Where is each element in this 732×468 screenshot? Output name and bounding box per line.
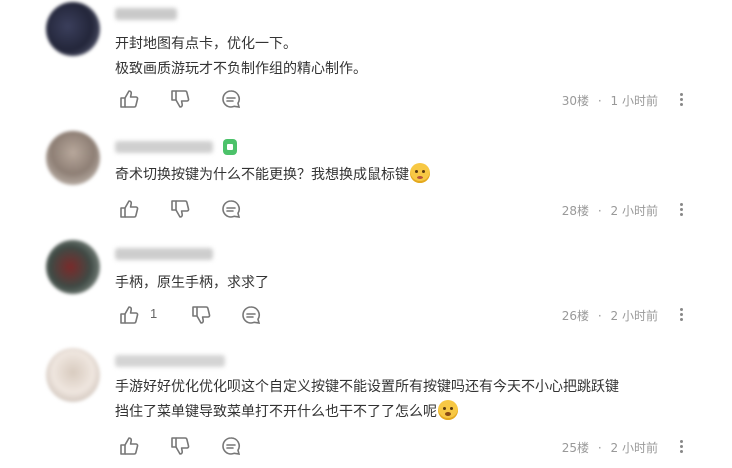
comment-text: 奇术切换按键为什么不能更换？我想换成鼠标键 xyxy=(115,163,430,188)
username-blurred[interactable] xyxy=(115,355,225,367)
comment-line: 开封地图有点卡，优化一下。 xyxy=(115,36,297,52)
username-blurred[interactable] xyxy=(115,248,213,260)
sad-face-emoji xyxy=(410,163,430,183)
reply-icon[interactable] xyxy=(220,88,242,110)
like-icon[interactable] xyxy=(118,198,140,220)
comment-meta: 28楼 · 2 小时前 xyxy=(562,202,658,219)
dislike-icon[interactable] xyxy=(169,435,191,457)
comment-meta: 25楼 · 2 小时前 xyxy=(562,439,658,456)
comment-line: 手游好好优化优化呗这个自定义按键不能设置所有按键吗还有今天不小心把跳跃键 xyxy=(115,379,619,395)
post-time: 2 小时前 xyxy=(610,309,658,323)
dislike-icon[interactable] xyxy=(169,88,191,110)
floor-number: 26楼 xyxy=(561,309,590,323)
avatar[interactable] xyxy=(46,131,100,185)
comment-text: 开封地图有点卡，优化一下。 极致画质游玩才不负制作组的精心制作。 xyxy=(115,32,367,82)
more-options-icon[interactable] xyxy=(675,90,689,110)
meta-separator: · xyxy=(597,94,602,108)
avatar[interactable] xyxy=(46,2,100,56)
avatar[interactable] xyxy=(46,240,100,294)
more-options-icon[interactable] xyxy=(675,200,689,220)
like-icon[interactable] xyxy=(118,88,140,110)
reply-icon[interactable] xyxy=(240,304,262,326)
comment-line-text: 挡住了菜单键导致菜单打不开什么也干不了了怎么呢 xyxy=(115,404,437,420)
comment-text: 手游好好优化优化呗这个自定义按键不能设置所有按键吗还有今天不小心把跳跃键 挡住了… xyxy=(115,375,619,425)
floor-number: 25楼 xyxy=(561,441,590,455)
username-blurred[interactable] xyxy=(115,8,177,20)
comment-line: 极致画质游玩才不负制作组的精心制作。 xyxy=(115,61,367,77)
meta-separator: · xyxy=(597,204,602,218)
user-badge-icon xyxy=(223,139,237,155)
meta-separator: · xyxy=(597,309,602,323)
reply-icon[interactable] xyxy=(220,198,242,220)
floor-number: 30楼 xyxy=(561,94,590,108)
puzzled-face-emoji xyxy=(438,400,458,420)
like-icon[interactable] xyxy=(118,435,140,457)
dislike-icon[interactable] xyxy=(169,198,191,220)
post-time: 2 小时前 xyxy=(610,204,658,218)
more-options-icon[interactable] xyxy=(675,437,689,457)
post-time: 2 小时前 xyxy=(610,441,658,455)
dislike-icon[interactable] xyxy=(190,304,212,326)
comment-line-text: 奇术切换按键为什么不能更换？我想换成鼠标键 xyxy=(115,167,409,183)
post-time: 1 小时前 xyxy=(610,94,658,108)
like-count: 1 xyxy=(150,306,158,321)
meta-separator: · xyxy=(597,441,602,455)
comment-meta: 26楼 · 2 小时前 xyxy=(562,307,658,324)
avatar[interactable] xyxy=(46,348,100,402)
comment-line: 手柄，原生手柄，求求了 xyxy=(115,275,269,291)
comment-line: 挡住了菜单键导致菜单打不开什么也干不了了怎么呢 xyxy=(115,400,619,425)
comment-text: 手柄，原生手柄，求求了 xyxy=(115,271,269,296)
floor-number: 28楼 xyxy=(561,204,590,218)
reply-icon[interactable] xyxy=(220,435,242,457)
username-blurred[interactable] xyxy=(115,141,213,153)
comment-line: 奇术切换按键为什么不能更换？我想换成鼠标键 xyxy=(115,163,430,188)
more-options-icon[interactable] xyxy=(675,305,689,325)
like-icon[interactable] xyxy=(118,304,140,326)
comment-meta: 30楼 · 1 小时前 xyxy=(562,92,658,109)
